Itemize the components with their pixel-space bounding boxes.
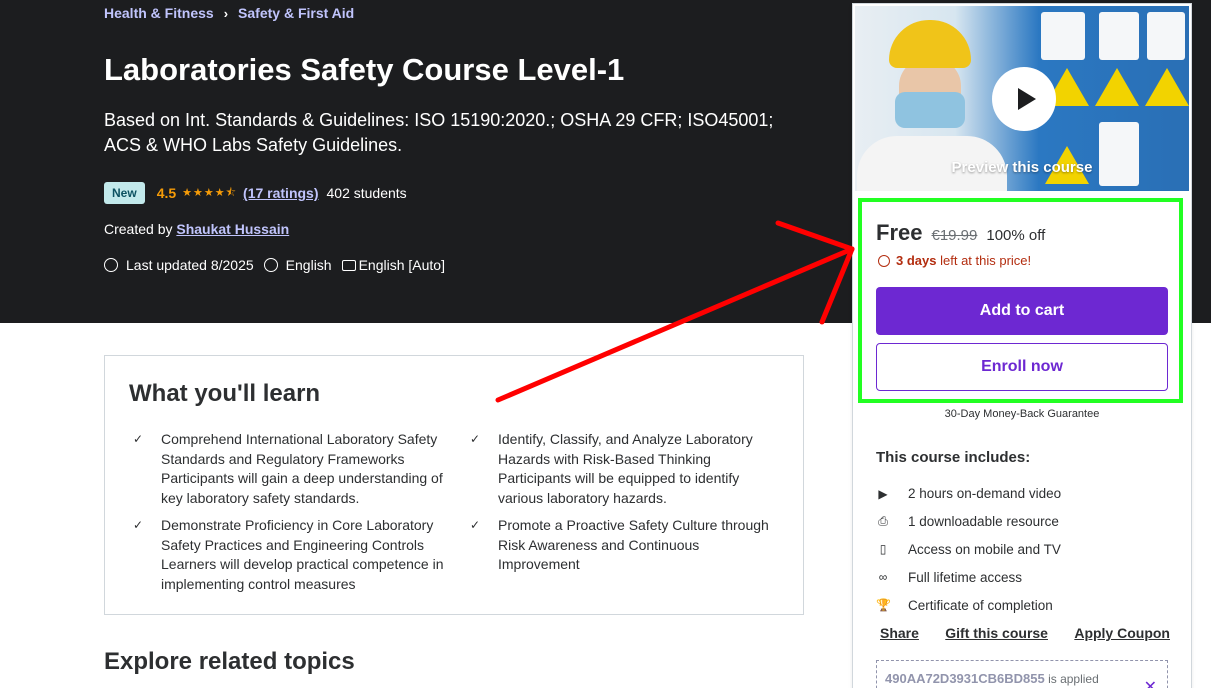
preview-label[interactable]: Preview this course [855,159,1189,176]
course-meta: Last updated 8/2025 English English [Aut… [104,257,455,273]
hard-hat-image [889,20,971,68]
breadcrumb: Health & Fitness › Safety & First Aid [104,5,354,21]
annotation-highlight-box [858,198,1183,403]
includes-item-text: Access on mobile and TV [908,541,1061,557]
check-icon: ✓ [470,518,481,532]
includes-item: ⎙ 1 downloadable resource [876,508,1061,536]
hazard-sign-icon [1145,68,1189,106]
captions-text: English [Auto] [358,257,445,273]
mobile-icon: ▯ [879,542,887,557]
coupon-status: is applied [1048,672,1099,686]
includes-item: ∞ Full lifetime access [876,563,1061,591]
what-you-learn-box: What you'll learn ✓ Comprehend Internati… [104,355,804,615]
star-rating-icon: ★★★★⯪ [182,186,238,199]
learn-item-text: Promote a Proactive Safety Culture throu… [498,517,769,572]
includes-item: ▯ Access on mobile and TV [876,536,1061,564]
learn-item: ✓ Demonstrate Proficiency in Core Labora… [129,516,466,594]
course-preview[interactable]: Preview this course [855,6,1189,191]
gift-course-button[interactable]: Gift this course [945,625,1048,641]
created-by-label: Created by [104,221,173,237]
learn-item-text: Identify, Classify, and Analyze Laborato… [498,431,753,506]
course-subtitle: Based on Int. Standards & Guidelines: IS… [104,110,774,155]
infinity-icon: ∞ [878,570,888,585]
includes-item: ▶ 2 hours on-demand video [876,480,1061,508]
includes-item-text: 1 downloadable resource [908,514,1059,530]
rating-value: 4.5 [156,185,177,201]
learn-item: ✓ Identify, Classify, and Analyze Labora… [466,430,779,508]
check-icon: ✓ [133,432,144,446]
learn-title: What you'll learn [129,380,321,407]
language-text: English [285,257,332,273]
remove-coupon-icon[interactable]: ✕ [1144,677,1157,688]
face-mask-image [895,92,965,128]
ratings-count-link[interactable]: (17 ratings) [243,185,318,201]
new-badge: New [104,182,145,204]
captions-icon [341,259,356,271]
chevron-right-icon: › [223,5,229,21]
applied-coupon: 490AA72D3931CB6BD855 is applied ✕ [876,660,1168,688]
includes-item-text: Certificate of completion [908,597,1053,613]
breadcrumb-item-health-fitness[interactable]: Health & Fitness [104,5,214,21]
created-by: Created by Shaukat Hussain [104,221,289,237]
trophy-icon: 🏆 [876,598,891,613]
includes-item: 🏆 Certificate of completion [876,591,1061,619]
money-back-guarantee: 30-Day Money-Back Guarantee [944,408,1100,420]
lab-equipment-image [1099,122,1139,186]
lab-equipment-image [1041,12,1085,60]
includes-list: ▶ 2 hours on-demand video ⎙ 1 downloadab… [876,480,1061,619]
globe-icon [263,258,278,272]
alert-badge-icon [104,258,118,272]
course-captions: English [Auto] [341,257,445,273]
author-link[interactable]: Shaukat Hussain [176,221,289,237]
learn-item-text: Comprehend International Laboratory Safe… [161,431,443,506]
file-download-icon: ⎙ [878,514,888,529]
play-icon[interactable] [992,67,1056,131]
share-button[interactable]: Share [880,625,919,641]
last-updated: Last updated 8/2025 [104,257,254,273]
check-icon: ✓ [133,518,144,532]
video-icon: ▶ [878,486,888,501]
includes-item-text: Full lifetime access [908,569,1023,585]
check-icon: ✓ [470,432,481,446]
hazard-sign-icon [1095,68,1139,106]
lab-equipment-image [1099,12,1139,60]
related-topics-title: Explore related topics [104,648,355,675]
students-count: 402 students [326,185,407,201]
learn-item-text: Demonstrate Proficiency in Core Laborato… [161,517,444,592]
apply-coupon-button[interactable]: Apply Coupon [1074,625,1170,641]
rating-row: New 4.5 ★★★★⯪ (17 ratings) 402 students [104,181,407,205]
course-language: English [263,257,332,273]
microscope-image [1147,12,1185,60]
coupon-code: 490AA72D3931CB6BD855 [885,671,1045,686]
includes-title: This course includes: [876,449,1031,466]
includes-item-text: 2 hours on-demand video [908,486,1062,502]
learn-list: ✓ Comprehend International Laboratory Sa… [129,430,779,594]
breadcrumb-item-safety-first-aid[interactable]: Safety & First Aid [238,5,354,21]
course-title: Laboratories Safety Course Level-1 [104,52,625,87]
learn-item: ✓ Promote a Proactive Safety Culture thr… [466,516,779,594]
learn-item: ✓ Comprehend International Laboratory Sa… [129,430,466,508]
last-updated-text: Last updated 8/2025 [126,257,254,273]
sidebar-links: Share Gift this course Apply Coupon [880,625,1170,641]
